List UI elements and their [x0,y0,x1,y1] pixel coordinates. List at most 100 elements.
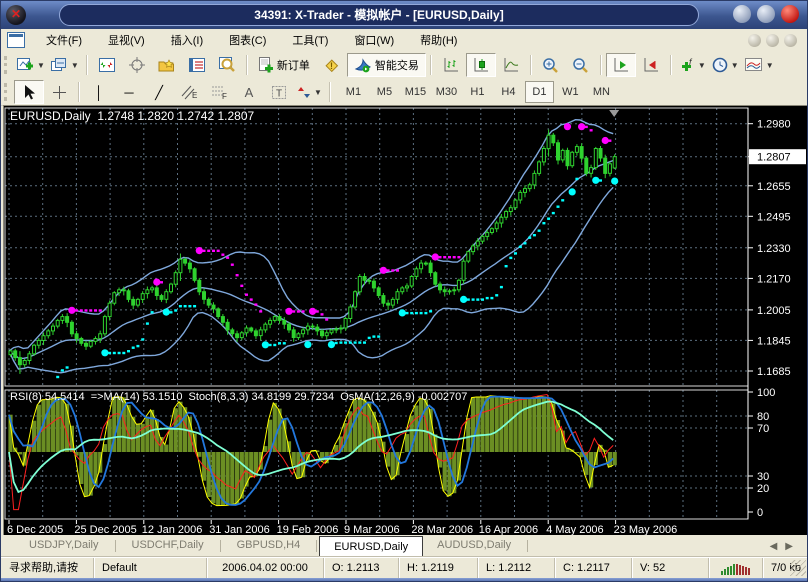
timeframe-button-m30[interactable]: M30 [432,81,461,103]
cursor-arrow-icon [22,84,36,100]
toolbar-separator [430,55,432,75]
timeframe-button-h1[interactable]: H1 [463,81,492,103]
svg-text:1.2005: 1.2005 [757,305,791,317]
tab-separator [220,540,221,552]
chart-area[interactable]: 1.29801.26551.24951.23301.21701.20051.18… [3,105,808,537]
chart-tab-gbpusd[interactable]: GBPUSD,H4 [223,535,315,557]
trendline-button[interactable]: ╱ [144,80,174,104]
vertical-line-icon: │ [95,86,103,99]
svg-text:20: 20 [757,483,769,495]
menu-item-4[interactable]: 工具(T) [279,32,341,50]
zoom-in-icon [542,57,559,74]
connection-status [709,558,763,579]
timeframe-button-w1[interactable]: W1 [556,81,585,103]
standard-toolbar: ▼ ▼ 新订单 ! 智能交易 [1,51,807,79]
svg-text:1.2495: 1.2495 [757,211,791,223]
chart-tab-usdjpy[interactable]: USDJPY,Daily [15,535,113,557]
chart-window-icon [7,32,25,48]
horizontal-line-button[interactable]: ─ [114,80,144,104]
zoom-in-button[interactable] [536,53,566,77]
menu-item-6[interactable]: 帮助(H) [407,32,470,50]
chart-tab-audusd[interactable]: AUDUSD,Daily [423,535,525,557]
bar-chart-mode-button[interactable] [436,53,466,77]
profiles-button[interactable]: ▼ [48,53,82,77]
zoom-out-icon [572,57,589,74]
expert-advisors-button[interactable]: 智能交易 [347,53,426,77]
text-label-button[interactable]: T [264,80,294,104]
menu-item-3[interactable]: 图表(C) [216,32,279,50]
minimize-button[interactable] [733,5,751,23]
toolbar-separator [246,55,248,75]
candlestick-mode-button[interactable] [466,53,496,77]
auto-scroll-button[interactable] [606,53,636,77]
templates-button[interactable]: ▼ [742,53,777,77]
cursor-button[interactable] [14,80,44,104]
status-low: L: 1.2112 [478,558,555,579]
title-bar: ✕ 34391: X-Trader - 模拟帐户 - [EURUSD,Daily… [1,1,807,29]
svg-text:T: T [276,88,282,99]
toolbar-grip[interactable] [4,83,10,101]
strategy-tester-button[interactable] [212,53,242,77]
new-chart-icon [17,58,34,73]
resize-grip[interactable] [790,560,806,576]
equidistant-channel-button[interactable]: E [174,80,204,104]
periods-button[interactable]: ▼ [709,53,742,77]
new-order-button[interactable]: 新订单 [252,53,317,77]
menu-item-0[interactable]: 文件(F) [33,32,95,50]
mdi-minimize-button[interactable] [748,34,761,47]
timeframe-button-m5[interactable]: M5 [370,81,399,103]
chart-tab-bar: USDJPY,DailyUSDCHF,DailyGBPUSD,H4EURUSD,… [1,535,807,557]
timeframe-button-h4[interactable]: H4 [494,81,523,103]
arrows-button[interactable]: ▼ [294,80,325,104]
tab-scroll-left-icon[interactable]: ◀ [770,541,778,552]
crosshair-button[interactable] [44,80,74,104]
terminal-button[interactable] [182,53,212,77]
menu-item-5[interactable]: 窗口(W) [341,32,407,50]
menu-item-1[interactable]: 显视(V) [95,32,158,50]
svg-text:1.2980: 1.2980 [757,119,791,131]
menu-item-2[interactable]: 插入(I) [158,32,216,50]
alerts-button[interactable]: ! [317,53,347,77]
timeframe-button-d1[interactable]: D1 [525,81,554,103]
vertical-line-button[interactable]: │ [84,80,114,104]
toolbar-grip[interactable] [4,56,10,74]
timeframe-button-mn[interactable]: MN [587,81,616,103]
history-center-button[interactable] [152,53,182,77]
indicator-header: RSI(8) 54.5414 =>MA(14) 53.1510 Stoch(8,… [10,391,467,403]
channel-icon: E [180,84,198,100]
toolbar-separator [78,82,80,102]
clock-icon [712,57,728,73]
fibonacci-button[interactable]: F [204,80,234,104]
timeframe-button-m1[interactable]: M1 [339,81,368,103]
timeframe-button-m15[interactable]: M15 [401,81,430,103]
chart-shift-button[interactable] [636,53,666,77]
window-title: 34391: X-Trader - 模拟帐户 - [EURUSD,Daily] [59,4,699,26]
status-volume: V: 52 [632,558,709,579]
mdi-close-button[interactable] [784,34,797,47]
expert-advisor-hat-icon [354,58,372,73]
toolbar-separator [670,55,672,75]
close-button[interactable] [781,5,799,23]
crosshair-icon [52,85,67,100]
maximize-button[interactable] [757,5,775,23]
chart-tab-eurusd[interactable]: EURUSD,Daily [319,536,423,557]
dropdown-caret-icon: ▼ [71,61,79,70]
terminal-list-icon [189,58,205,73]
text-button[interactable]: A [234,80,264,104]
new-chart-button[interactable]: ▼ [14,53,48,77]
dropdown-caret-icon: ▼ [698,61,706,70]
chart-canvas[interactable]: 1.29801.26551.24951.23301.21701.20051.18… [4,106,808,537]
market-watch-button[interactable] [92,53,122,77]
navigator-button[interactable] [122,53,152,77]
tab-scroll-right-icon[interactable]: ▶ [785,541,793,552]
zoom-out-button[interactable] [566,53,596,77]
indicators-button[interactable]: f ▼ [676,53,709,77]
mdi-restore-button[interactable] [766,34,779,47]
tab-separator [115,540,116,552]
expert-advisors-label: 智能交易 [375,57,419,73]
window-menu-icon[interactable]: ✕ [6,5,26,25]
arrow-symbols-icon [297,85,311,100]
line-chart-mode-button[interactable] [496,53,526,77]
status-template: Default [94,558,207,579]
chart-tab-usdchf[interactable]: USDCHF,Daily [118,535,218,557]
